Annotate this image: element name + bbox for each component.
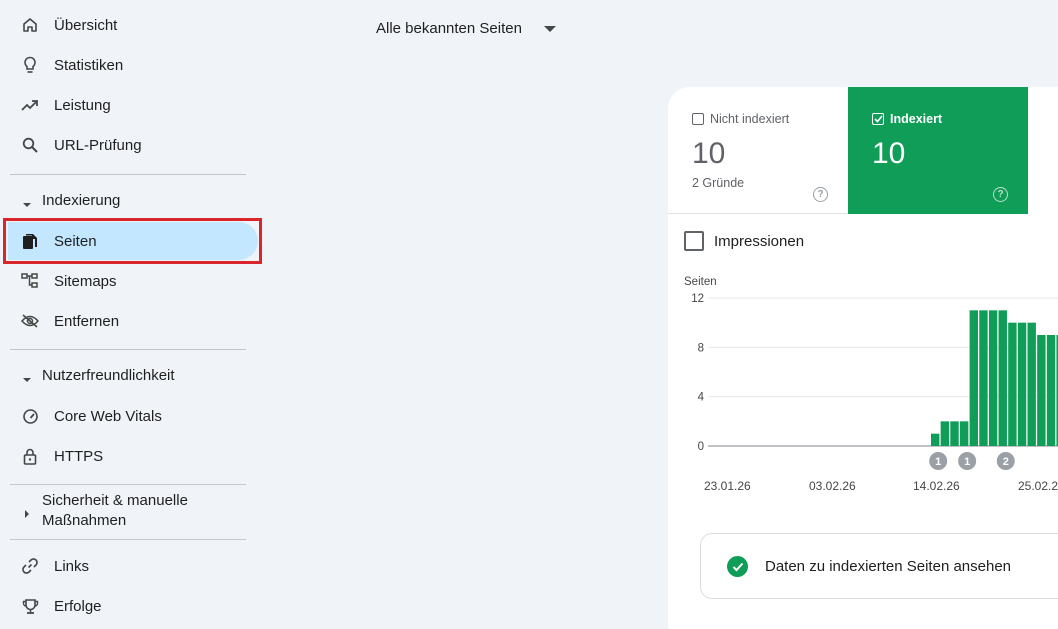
sidebar-divider — [10, 484, 246, 485]
tile-not-indexed[interactable]: Nicht indexiert 10 2 Gründe ? — [668, 87, 848, 214]
chart-bar — [950, 421, 959, 446]
home-icon — [21, 16, 39, 34]
checkbox-unchecked-icon[interactable] — [684, 231, 704, 251]
sidebar-nav: Übersicht Statistiken Leistung URL-Prüfu… — [0, 0, 262, 629]
sidebar-divider — [10, 174, 246, 175]
nav-item-https[interactable]: HTTPS — [8, 437, 258, 475]
dropdown-arrow-icon — [543, 25, 556, 32]
nav-item-url-pruefung[interactable]: URL-Prüfung — [8, 126, 258, 164]
y-tick-label: 4 — [698, 392, 705, 404]
nav-item-label: Übersicht — [54, 16, 118, 34]
section-label: Sicherheit & manuelle Maßnahmen — [42, 492, 188, 529]
chart-bar — [1017, 322, 1027, 446]
tile-label: Nicht indexiert — [710, 112, 790, 126]
chart-bar — [988, 310, 998, 446]
nav-item-erfolge[interactable]: Erfolge — [8, 587, 258, 625]
tile-indexed[interactable]: Indexiert 10 ? — [848, 87, 1028, 214]
indexed-pages-chart: Seiten048121 1 223.01.26 03.02.26 14.02.26 25… — [684, 276, 1058, 493]
chart-bar — [969, 310, 978, 446]
nav-item-statistiken[interactable]: Statistiken — [8, 46, 258, 84]
trophy-icon — [21, 597, 39, 615]
chart-bar — [1027, 322, 1036, 446]
y-axis-label: Seiten — [684, 276, 717, 288]
speedometer-icon — [21, 407, 39, 425]
index-coverage-card: Nicht indexiert 10 2 Gründe ? Indexiert … — [668, 87, 1058, 629]
annotation-label: 1 — [935, 456, 941, 468]
link-icon — [21, 557, 39, 575]
tile-label: Indexiert — [890, 112, 943, 126]
nav-item-label: Links — [54, 557, 90, 575]
chart-bar — [1008, 322, 1017, 446]
impressions-label: Impressionen — [714, 232, 805, 250]
nav-item-label: Sitemaps — [54, 272, 117, 290]
tile-subtext: 2 Gründe — [692, 176, 745, 190]
nav-item-uebersicht[interactable]: Übersicht — [8, 6, 258, 44]
nav-item-label: URL-Prüfung — [54, 136, 142, 154]
nav-item-label: Leistung — [54, 96, 111, 114]
sidebar-divider — [10, 349, 246, 350]
sitemap-icon — [21, 272, 39, 290]
chart-bar — [998, 310, 1007, 446]
nav-item-label: Entfernen — [54, 312, 120, 330]
x-tick-label: 14.02.26 — [913, 479, 960, 493]
nav-item-label: HTTPS — [54, 447, 104, 465]
caret-down-icon — [22, 197, 32, 207]
view-indexed-data-button[interactable]: Daten zu indexierten Seiten ansehen — [700, 533, 1058, 599]
chart-bar — [931, 433, 940, 446]
chart-bar — [959, 421, 969, 446]
nav-item-label: Core Web Vitals — [54, 407, 162, 425]
checkbox-unchecked-icon[interactable] — [692, 113, 704, 125]
tile-value: 10 — [872, 137, 906, 170]
section-label: Indexierung — [42, 192, 121, 209]
annotation-label: 2 — [1003, 456, 1009, 468]
nav-item-links[interactable]: Links — [8, 547, 258, 585]
sidebar-divider — [10, 539, 246, 540]
tile-value: 10 — [692, 137, 726, 170]
help-icon[interactable]: ? — [993, 187, 1008, 202]
page-filter-dropdown[interactable]: Alle bekannten Seiten — [376, 20, 556, 37]
section-label: Nutzerfreundlichkeit — [42, 367, 175, 384]
x-tick-label: 03.02.26 — [809, 479, 856, 493]
chart-bar — [979, 310, 988, 446]
trending-up-icon — [21, 96, 39, 114]
nav-item-label: Statistiken — [54, 56, 124, 74]
x-tick-label: 25.02.2 — [1018, 479, 1058, 493]
lock-icon — [21, 447, 39, 465]
nav-item-sitemaps[interactable]: Sitemaps — [8, 262, 258, 300]
caret-down-icon — [22, 372, 32, 382]
page-filter-label: Alle bekannten Seiten — [376, 20, 522, 37]
lightbulb-icon — [21, 56, 39, 74]
y-tick-label: 0 — [698, 441, 704, 453]
visibility-off-icon — [21, 312, 39, 330]
y-tick-label: 12 — [691, 293, 704, 305]
highlight-annotation-box — [3, 218, 262, 264]
y-tick-label: 8 — [698, 342, 704, 354]
nav-item-core-web-vitals[interactable]: Core Web Vitals — [8, 397, 258, 435]
nav-item-label: Erfolge — [54, 597, 102, 615]
checkbox-checked-icon[interactable] — [872, 113, 884, 125]
caret-right-icon — [22, 506, 32, 518]
chart-bar — [1037, 335, 1046, 446]
impressions-toggle[interactable]: Impressionen — [684, 231, 804, 251]
chart-bar — [1046, 335, 1056, 446]
nav-item-leistung[interactable]: Leistung — [8, 86, 258, 124]
nav-item-entfernen[interactable]: Entfernen — [8, 302, 258, 340]
help-icon[interactable]: ? — [813, 187, 828, 202]
chart-bar — [940, 421, 950, 446]
x-tick-label: 23.01.26 — [704, 479, 751, 493]
check-circle-icon — [727, 556, 748, 577]
search-icon — [21, 136, 39, 154]
view-indexed-data-label: Daten zu indexierten Seiten ansehen — [765, 558, 1012, 575]
annotation-label: 1 — [964, 456, 970, 468]
